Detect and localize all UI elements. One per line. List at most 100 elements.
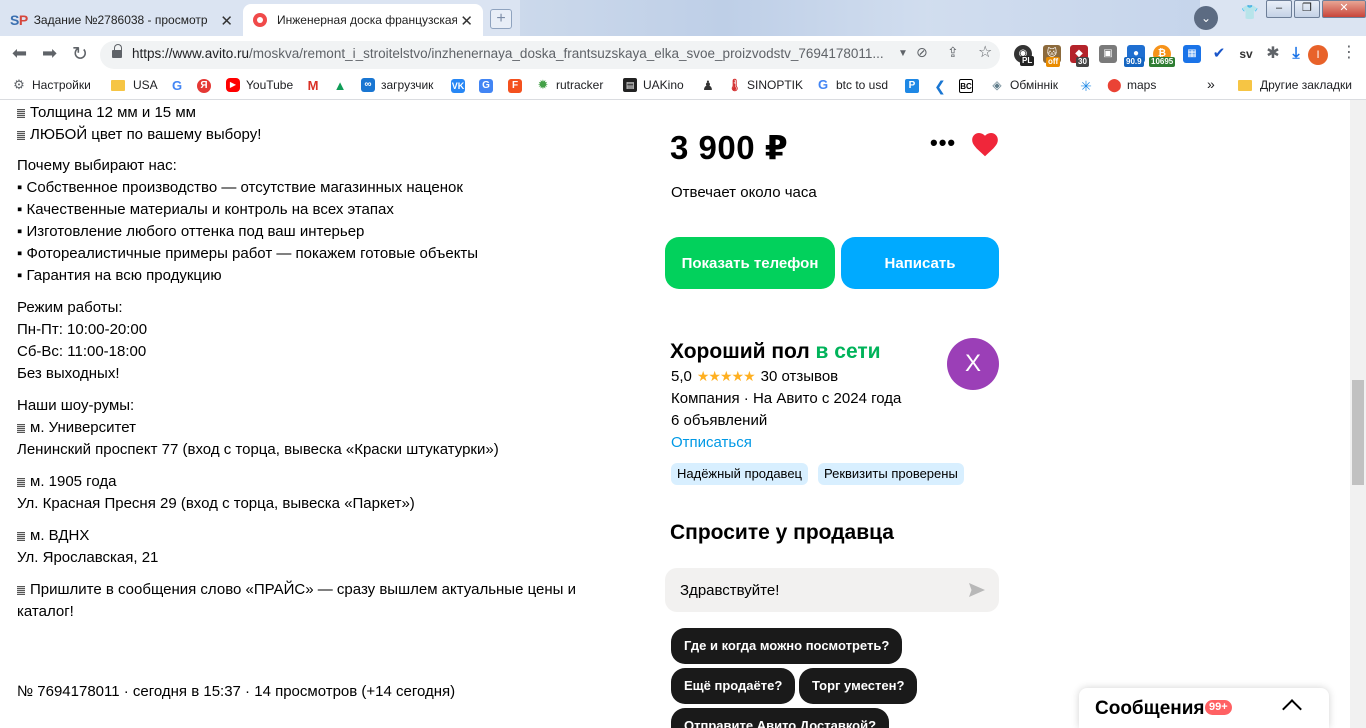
maximize-button[interactable]: ❐ xyxy=(1294,0,1320,18)
bookmark-uakino[interactable]: ▤ UAKino xyxy=(623,78,684,92)
browser-menu-icon[interactable]: ⋮ xyxy=(1341,45,1357,61)
reload-icon[interactable]: ↻ xyxy=(72,43,88,66)
rutracker-icon: ✹ xyxy=(536,77,550,92)
drive-icon[interactable]: ▲ xyxy=(333,79,347,93)
page-scrollbar[interactable] xyxy=(1350,100,1366,728)
seller-name[interactable]: Хороший пол в сети xyxy=(670,340,881,364)
sp-favicon-icon: SP xyxy=(10,12,28,28)
close-tab-icon[interactable]: ✕ xyxy=(460,12,473,30)
other-bookmarks-folder[interactable]: Другие закладки xyxy=(1238,78,1352,92)
scrollbar-thumb[interactable] xyxy=(1352,380,1364,485)
bookmark-settings[interactable]: ⚙ Настройки xyxy=(12,77,91,93)
quick-question-chip[interactable]: Ещё продаёте? xyxy=(671,668,796,704)
tab-avito[interactable]: Инженерная доска французская ✕ xyxy=(243,4,483,36)
bookmark-maps[interactable]: ⬤ maps xyxy=(1107,78,1156,92)
why-us-block: Почему выбирают нас: ▪ Собственное произ… xyxy=(17,155,478,287)
diamond-icon: ◈ xyxy=(990,78,1004,92)
quick-question-chip[interactable]: Отправите Авито Доставкой? xyxy=(671,708,890,728)
bookmark-label: Обміннік xyxy=(1010,78,1059,92)
quick-question-chip[interactable]: Торг уместен? xyxy=(799,668,918,704)
tab-title: Инженерная доска французская xyxy=(277,13,457,27)
bookmark-rutracker[interactable]: ✹ rutracker xyxy=(536,78,603,92)
square-bullet-icon xyxy=(17,532,25,541)
f-icon[interactable]: F xyxy=(508,79,522,93)
tab-task[interactable]: SP Задание №2786038 - просмотр з ✕ xyxy=(0,4,243,36)
listings-count[interactable]: 6 объявлений xyxy=(671,412,767,429)
google-icon[interactable]: G xyxy=(170,79,184,93)
close-tab-icon[interactable]: ✕ xyxy=(220,12,233,30)
price: 3 900 ₽ xyxy=(670,129,789,166)
square-bullet-icon xyxy=(17,586,25,595)
forward-arrow-icon[interactable]: ➡ xyxy=(42,43,57,64)
show-phone-button[interactable]: Показать телефон xyxy=(665,237,835,289)
share-icon[interactable]: ⇪ xyxy=(947,44,959,61)
gear-icon: ⚙ xyxy=(13,77,25,92)
send-arrow-icon[interactable] xyxy=(968,581,986,599)
blocked-camera-icon[interactable]: ⊘ xyxy=(916,44,928,61)
ask-seller-title: Спросите у продавца xyxy=(670,521,894,544)
star-burst-icon[interactable]: ✳ xyxy=(1079,79,1093,93)
sv-extension-icon[interactable]: sv xyxy=(1237,45,1255,63)
why-title: Почему выбирают нас: xyxy=(17,157,177,174)
seller-avatar[interactable]: X xyxy=(947,338,999,390)
why-item: ▪ Собственное производство — отсутствие … xyxy=(17,179,463,196)
schedule-title: Режим работы: xyxy=(17,299,123,316)
tile-extension-icon[interactable]: ▦ xyxy=(1183,45,1201,63)
vk-icon[interactable]: VK xyxy=(451,79,465,93)
chevron-up-icon[interactable] xyxy=(1282,699,1302,719)
dropdown-triangle-icon[interactable]: ▼ xyxy=(898,48,908,59)
youtube-icon: ▶ xyxy=(226,78,240,92)
bookmark-btc[interactable]: G btc to usd xyxy=(816,78,888,92)
new-tab-button[interactable]: + xyxy=(490,9,512,29)
seller-rating[interactable]: 5,0 ★★★★★ 30 отзывов xyxy=(671,368,838,385)
messages-widget[interactable]: Сообщения 99+ xyxy=(1079,688,1329,728)
bookmark-downloader[interactable]: ∞ загрузчик xyxy=(361,78,433,92)
url-text[interactable]: https://www.avito.ru/moskva/remont_i_str… xyxy=(132,46,902,61)
showroom-name-text: м. 1905 года xyxy=(30,473,117,490)
more-options-icon[interactable]: ••• xyxy=(930,132,956,154)
bookmark-sinoptik[interactable]: 🌡 SINOPTIK xyxy=(727,78,803,92)
customize-shirt-icon[interactable]: 👕 xyxy=(1241,4,1258,21)
v-extension-icon[interactable]: ✔ xyxy=(1210,45,1228,63)
bc-icon[interactable]: BC xyxy=(959,79,973,93)
message-input[interactable] xyxy=(665,568,999,612)
download-icon[interactable]: ⤓ xyxy=(1287,45,1305,63)
folder-icon xyxy=(111,79,125,91)
quick-question-chip[interactable]: Где и когда можно посмотреть? xyxy=(671,628,903,664)
bookmark-folder-usa[interactable]: USA xyxy=(111,78,158,92)
yandex-icon[interactable]: Я xyxy=(197,79,211,93)
gmail-icon[interactable]: M xyxy=(306,79,320,93)
back-arrow-icon[interactable]: ⬅ xyxy=(12,43,27,64)
seller-name-text[interactable]: Хороший пол xyxy=(670,340,810,363)
showroom-name: м. ВДНХ xyxy=(17,525,158,547)
square-bullet-icon xyxy=(17,109,25,118)
rating-stars-icon: ★★★★★ xyxy=(696,368,756,384)
messages-label[interactable]: Сообщения xyxy=(1095,698,1205,720)
unsubscribe-link[interactable]: Отписаться xyxy=(671,434,752,451)
write-message-button[interactable]: Написать xyxy=(841,237,999,289)
lock-icon[interactable] xyxy=(112,44,122,60)
person-icon[interactable]: ♟ xyxy=(701,79,715,93)
bookmark-star-icon[interactable]: ☆ xyxy=(978,42,992,62)
price-request-line: Пришлите в сообщения слово «ПРАЙС» — сра… xyxy=(17,579,576,601)
puzzle-extensions-icon[interactable]: ✱ xyxy=(1264,45,1282,63)
bookmarks-overflow-button[interactable]: » xyxy=(1207,76,1215,92)
briefcase-extension-icon[interactable]: ▣ xyxy=(1099,45,1117,63)
tab-search-chevron-icon[interactable]: ⌄ xyxy=(1194,6,1218,30)
showroom-address: Ул. Красная Пресня 29 (вход с торца, выв… xyxy=(17,495,415,512)
browser-toolbar: ⬅ ➡ ↻ https://www.avito.ru/moskva/remont… xyxy=(0,36,1366,72)
bookmark-exchanger[interactable]: ◈ Обміннік xyxy=(990,78,1058,92)
reviews-count[interactable]: 30 отзывов xyxy=(761,368,839,385)
favorite-heart-icon[interactable] xyxy=(971,131,999,157)
reliable-seller-badge: Надёжный продавец xyxy=(671,463,808,485)
profile-avatar[interactable]: I xyxy=(1308,45,1328,65)
bookmark-label: SINOPTIK xyxy=(747,78,804,92)
bookmark-youtube[interactable]: ▶ YouTube xyxy=(226,78,293,92)
p-icon[interactable]: P xyxy=(905,79,919,93)
minimize-button[interactable]: – xyxy=(1266,0,1292,18)
showroom-2: м. 1905 года Ул. Красная Пресня 29 (вход… xyxy=(17,471,415,515)
translate-icon[interactable]: G xyxy=(479,79,493,93)
arrow-icon[interactable]: ❮ xyxy=(933,79,947,93)
desc-line-text: ЛЮБОЙ цвет по вашему выбору! xyxy=(30,126,262,143)
close-window-button[interactable]: ✕ xyxy=(1322,0,1366,18)
